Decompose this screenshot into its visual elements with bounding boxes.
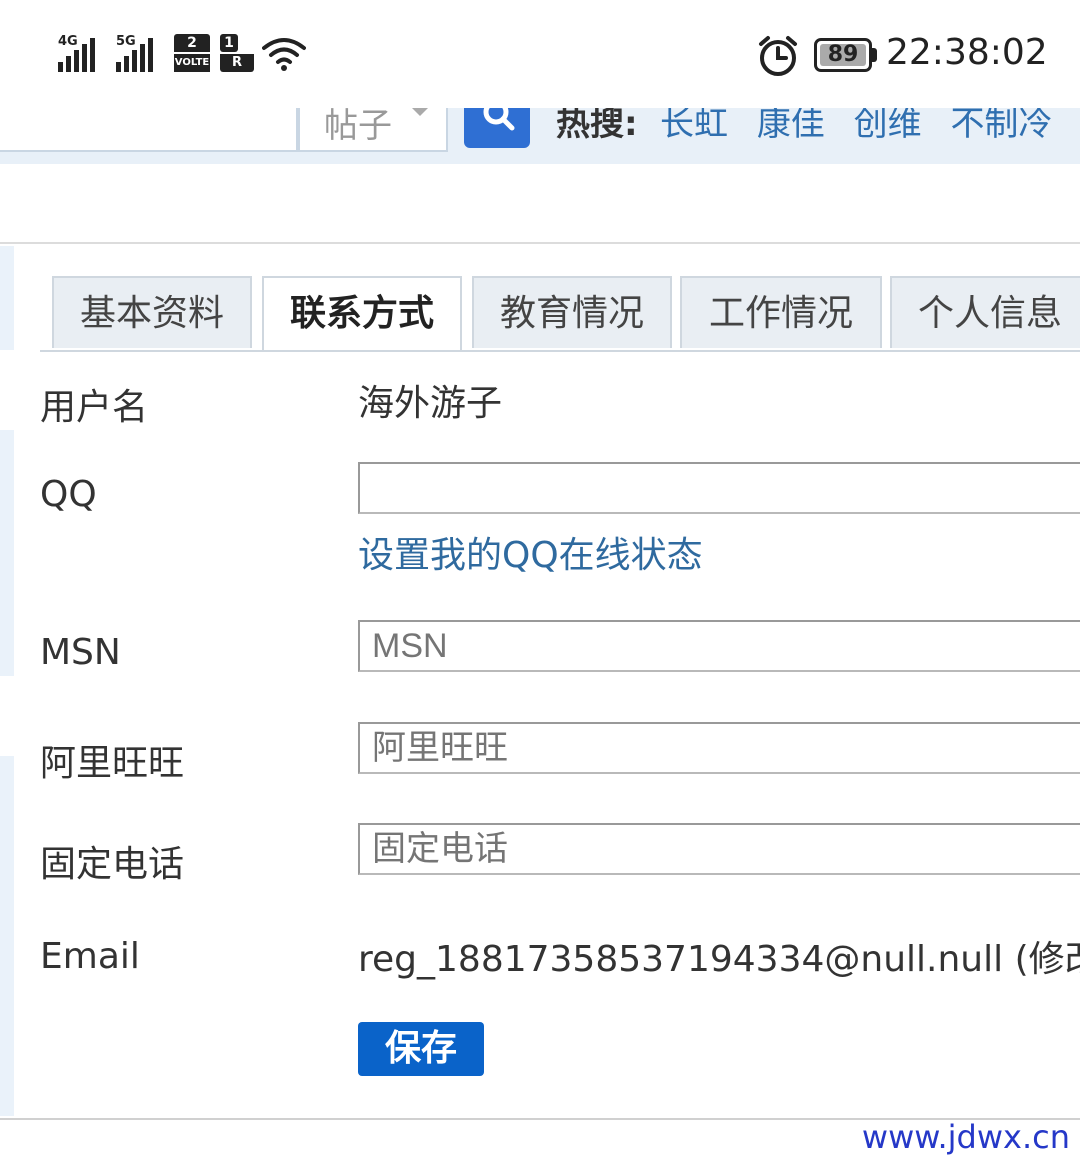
- profile-tabs: 基本资料 联系方式 教育情况 工作情况 个人信息: [40, 276, 1080, 352]
- tab-personal-info[interactable]: 个人信息: [890, 276, 1080, 348]
- qq-label: QQ: [40, 474, 97, 515]
- battery-level: 89: [827, 42, 859, 67]
- hot-search-link[interactable]: 创维: [854, 108, 922, 144]
- search-input[interactable]: [0, 108, 298, 152]
- volte-icon: 2 VOLTE: [174, 34, 210, 72]
- search-button[interactable]: [464, 108, 530, 148]
- email-value: reg_18817358537194334@null.null: [358, 939, 1004, 980]
- search-icon: [483, 108, 515, 131]
- hot-search-link[interactable]: 不制冷: [950, 108, 1052, 144]
- status-time: 22:38:02: [886, 32, 1048, 73]
- email-label: Email: [40, 936, 140, 977]
- search-bar: 帖子 热搜: 长虹 康佳 创维 不制冷: [0, 108, 1080, 164]
- volte-label: VOLTE: [174, 54, 210, 72]
- qq-online-status-link[interactable]: 设置我的QQ在线状态: [358, 526, 703, 578]
- hot-search-label: 热搜:: [556, 108, 638, 144]
- hot-search-link[interactable]: 康佳: [757, 108, 825, 144]
- roaming-label: R: [220, 54, 254, 72]
- sim-number: 1: [220, 34, 238, 52]
- watermark: www.jdwx.cn: [861, 1118, 1070, 1156]
- alarm-clock-icon: [759, 36, 797, 76]
- search-scope-label: 帖子: [324, 108, 392, 146]
- tab-divider: [40, 350, 1080, 352]
- save-button[interactable]: 保存: [358, 1022, 484, 1076]
- battery-icon: 89: [814, 38, 877, 72]
- wangwang-label: 阿里旺旺: [40, 743, 185, 784]
- wangwang-field[interactable]: [358, 722, 1080, 774]
- phone-label: 固定电话: [40, 844, 185, 885]
- roaming-icon: 1 R: [220, 34, 254, 72]
- wifi-icon: [262, 38, 306, 71]
- hot-search-links: 长虹 康佳 创维 不制冷: [660, 108, 1070, 145]
- divider: [0, 242, 1080, 244]
- left-panel-edge: [0, 246, 14, 1116]
- qq-field[interactable]: [358, 462, 1080, 514]
- tab-education[interactable]: 教育情况: [472, 276, 672, 348]
- msn-field[interactable]: [358, 620, 1080, 672]
- tab-work[interactable]: 工作情况: [680, 276, 882, 348]
- username-label: 用户名: [40, 387, 149, 428]
- status-bar: 4G 5G 2 VOLTE 1 R 89 22:38:02: [0, 0, 1080, 108]
- chevron-down-icon: [408, 108, 432, 116]
- phone-field[interactable]: [358, 823, 1080, 875]
- network-type-label: 5G: [116, 34, 136, 49]
- username-value: 海外游子: [358, 383, 503, 424]
- hot-search-link[interactable]: 长虹: [660, 108, 728, 144]
- search-scope-select[interactable]: 帖子: [298, 108, 448, 152]
- tab-contact[interactable]: 联系方式: [262, 276, 462, 352]
- msn-label: MSN: [40, 632, 121, 673]
- sim-number: 2: [174, 34, 210, 52]
- tab-basic-info[interactable]: 基本资料: [52, 276, 252, 348]
- email-row: reg_18817358537194334@null.null (修改): [358, 930, 1080, 982]
- network-type-label: 4G: [58, 34, 78, 49]
- email-modify-link[interactable]: (修改): [1015, 939, 1080, 980]
